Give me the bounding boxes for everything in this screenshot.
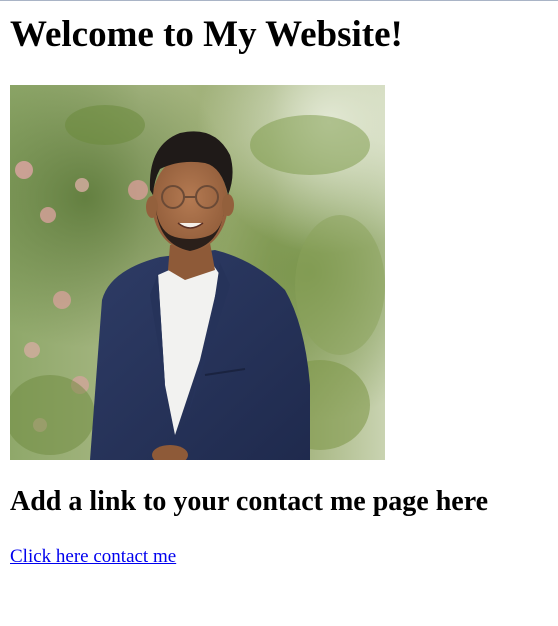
page-title: Welcome to My Website! bbox=[10, 14, 403, 55]
profile-photo bbox=[10, 85, 385, 460]
contact-me-link[interactable]: Click here contact me bbox=[10, 545, 176, 569]
contact-heading: Add a link to your contact me page here bbox=[10, 486, 489, 517]
page-content: Welcome to My Website! Add a link to you… bbox=[10, 0, 550, 567]
